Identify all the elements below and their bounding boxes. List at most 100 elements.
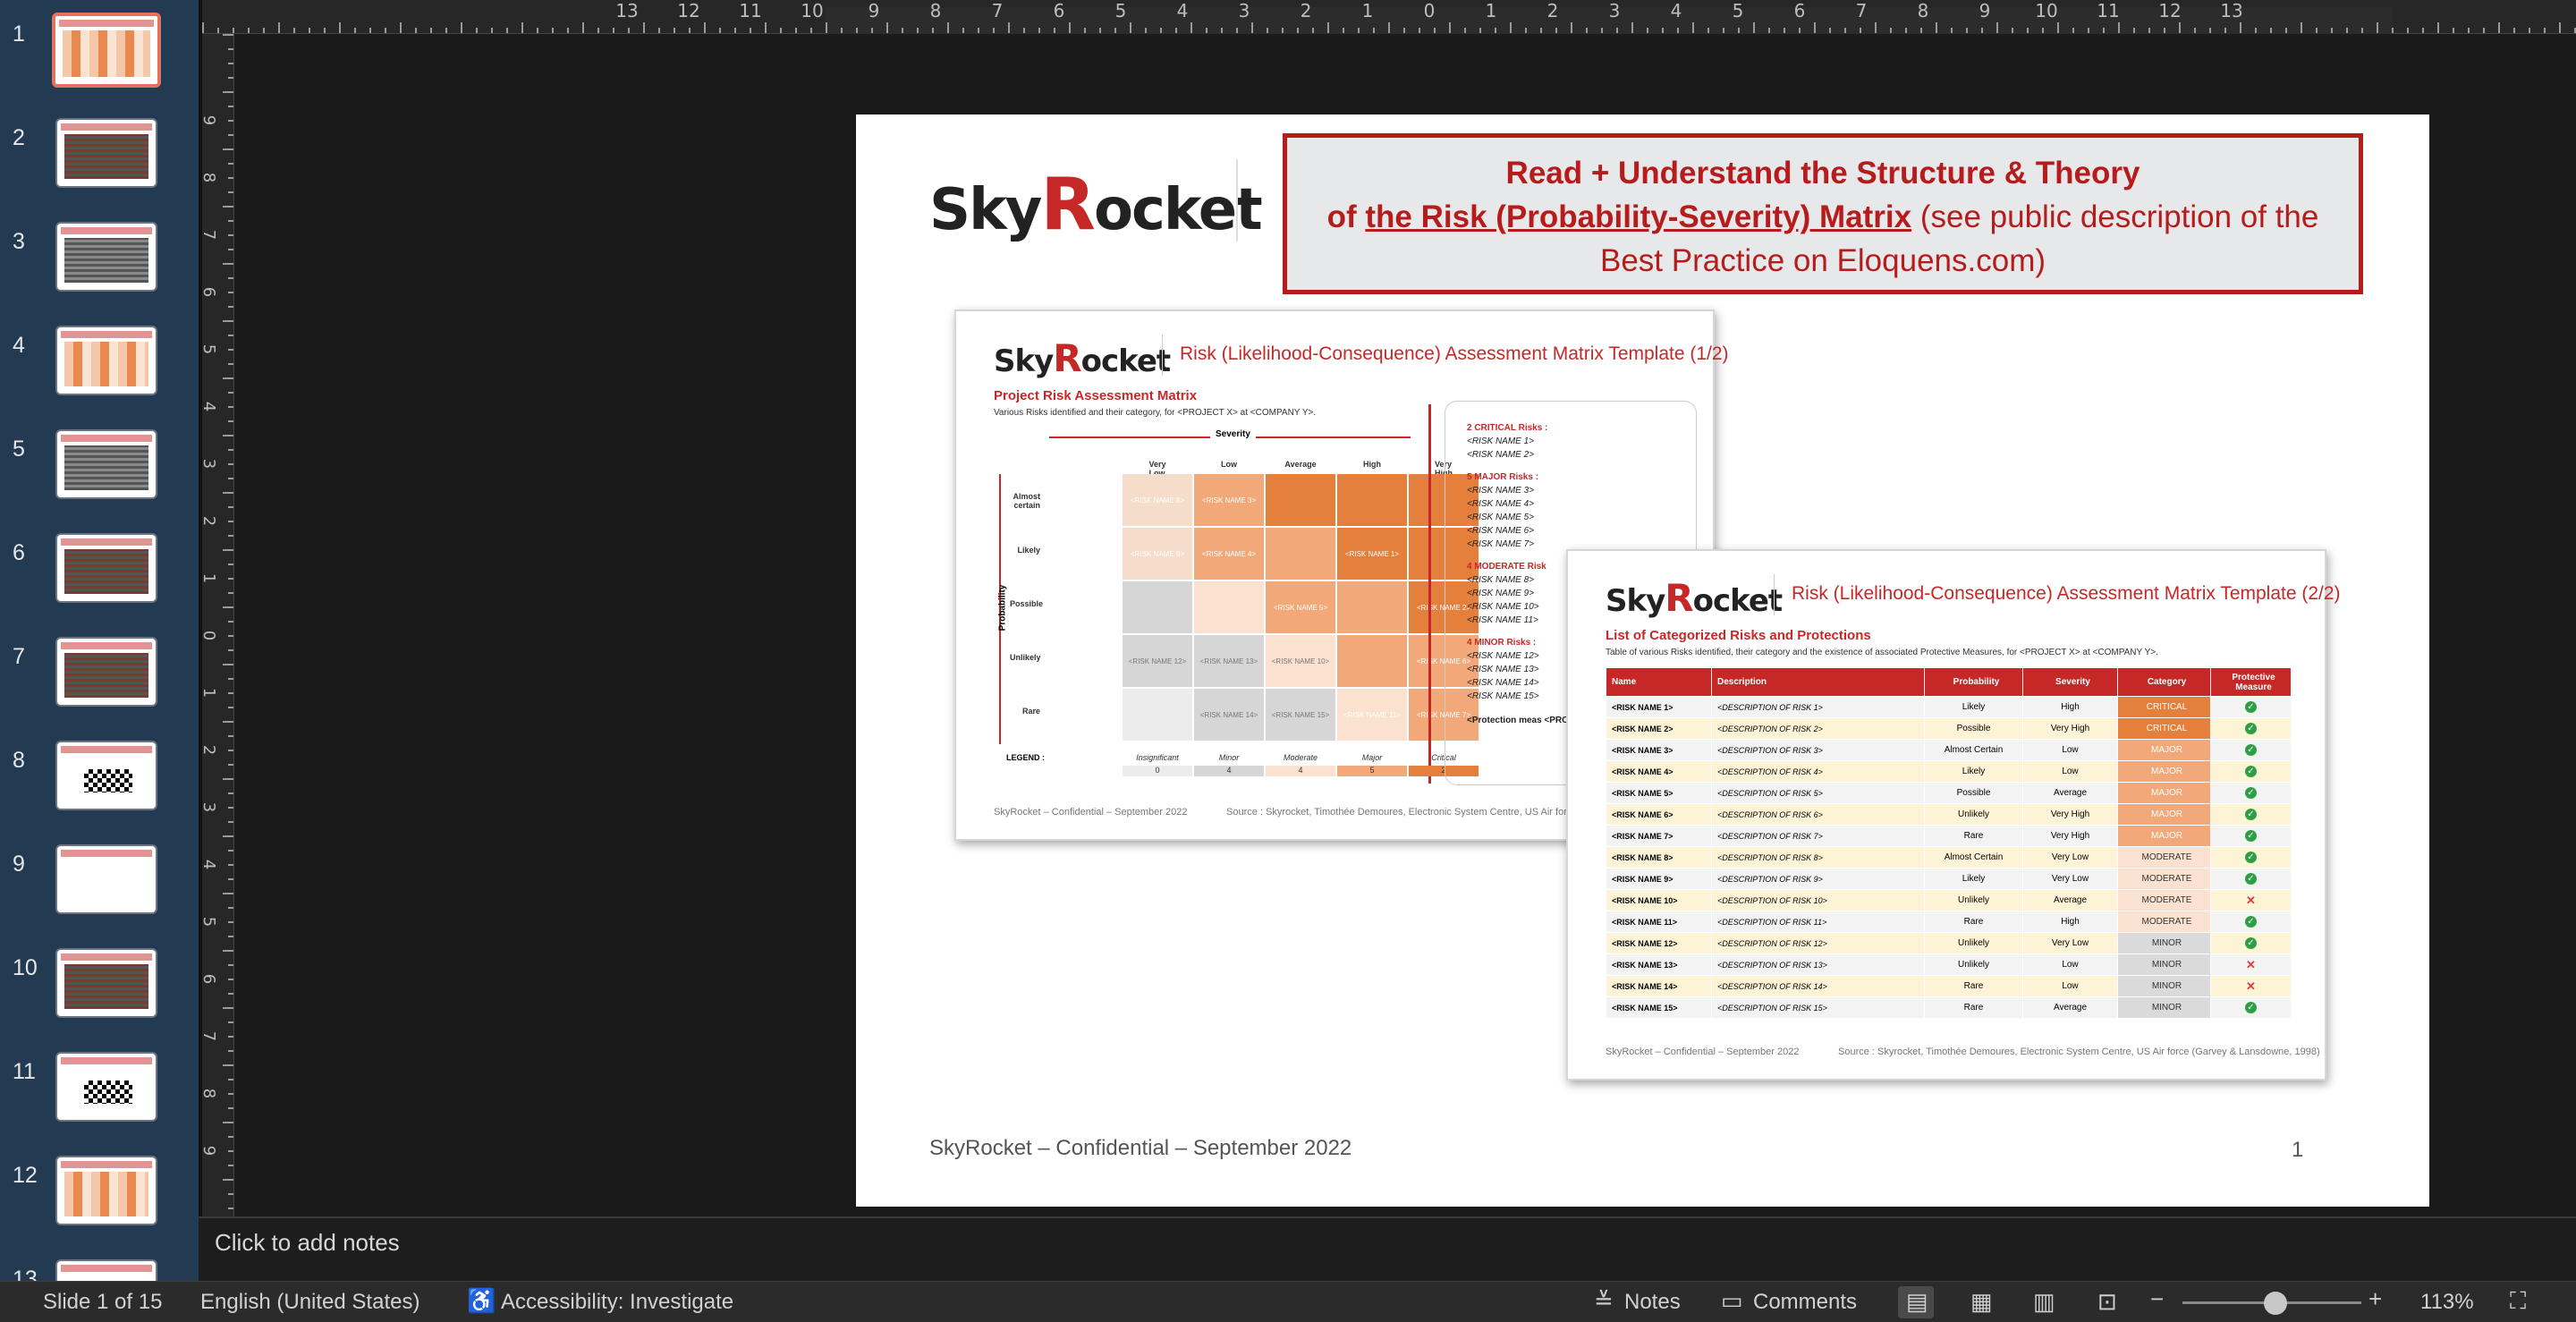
slide-thumbnail-item[interactable]: 12	[0, 1154, 199, 1243]
ruler-tick-label: 0	[1423, 0, 1436, 21]
matrix-column-label: Average	[1284, 460, 1317, 469]
fit-to-window-icon[interactable]: ⛶	[2510, 1287, 2526, 1316]
reading-view-button[interactable]: ▥	[2025, 1286, 2061, 1318]
zoom-in-icon[interactable]: +	[2368, 1285, 2382, 1313]
slide-thumbnail-item[interactable]: 1	[0, 13, 199, 102]
slide-thumbnail-item[interactable]: 8	[0, 739, 199, 828]
check-icon: ✓	[2245, 873, 2257, 885]
ruler-tick	[445, 28, 447, 33]
slide-thumbnail-item[interactable]: 4	[0, 324, 199, 413]
ruler-tick-label: 9	[868, 0, 880, 21]
zoom-slider-thumb[interactable]	[2264, 1292, 2288, 1315]
slide-thumbnail-item[interactable]: 5	[0, 428, 199, 517]
ruler-tick	[228, 1021, 233, 1023]
language-button[interactable]: English (United States)	[200, 1290, 419, 1315]
comments-button[interactable]: Comments	[1753, 1290, 1857, 1315]
check-icon: ✓	[2245, 852, 2257, 863]
ruler-tick	[506, 28, 508, 33]
ruler-tick	[643, 22, 645, 33]
table-header-cell: Description	[1711, 667, 1925, 697]
slide-thumbnail[interactable]	[55, 1259, 157, 1281]
slide-thumbnail[interactable]	[55, 1052, 157, 1122]
slide-thumbnail-item[interactable]: 9	[0, 843, 199, 932]
ruler-tick	[917, 28, 919, 33]
ruler-tick	[1860, 28, 1861, 33]
notes-icon[interactable]: ≚	[1594, 1287, 1614, 1315]
risk-table-preview-card[interactable]: SkyRocket Risk (Likelihood-Consequence) …	[1566, 549, 2341, 1080]
ruler-tick	[491, 28, 493, 33]
notes-placeholder[interactable]: Click to add notes	[215, 1229, 400, 1257]
ruler-tick	[228, 449, 233, 451]
horizontal-ruler[interactable]: 13 12 11 10 9 8 7 6 5 4 3 2 1 0 1 2 3 4 5 6 7 8 9 10 11 12 13	[202, 0, 2576, 34]
check-icon: ✓	[2245, 787, 2257, 799]
comments-icon[interactable]: ▭	[1721, 1287, 1743, 1315]
title-link[interactable]: the Risk (Probability-Severity) Matrix	[1365, 199, 1911, 234]
matrix-row-label: Possible	[1010, 599, 1044, 608]
normal-view-button[interactable]: ▤	[1898, 1286, 1934, 1318]
accessibility-button[interactable]: Accessibility: Investigate	[501, 1290, 733, 1315]
slide-thumbnail[interactable]	[55, 533, 157, 603]
matrix-cell	[1194, 581, 1264, 633]
slide-thumbnail-item[interactable]: 13	[0, 1258, 199, 1281]
slide-sorter-button[interactable]: ▦	[1962, 1286, 1998, 1318]
slide-number: 1	[13, 21, 25, 47]
vertical-ruler[interactable]: 9 8 7 6 5 4 3 2 1 0 1 2 3 4 5 6 7 8 9	[199, 34, 234, 1216]
slide-thumbnail-item[interactable]: 10	[0, 946, 199, 1036]
ruler-tick-label: 8	[199, 172, 219, 183]
category-cell: MAJOR	[2117, 782, 2211, 804]
zoom-level[interactable]: 113%	[2420, 1290, 2474, 1315]
slide-thumbnail-item[interactable]: 3	[0, 220, 199, 309]
risk-name-cell: <RISK NAME 4>	[1606, 760, 1712, 783]
risk-name-cell: <RISK NAME 8>	[1606, 846, 1712, 869]
zoom-out-icon[interactable]: −	[2150, 1285, 2164, 1313]
probability-cell: Almost Certain	[1924, 739, 2023, 761]
slide-thumbnail-item[interactable]: 2	[0, 116, 199, 206]
slide-canvas[interactable]: SkyRocket Read + Understand the Structur…	[234, 34, 2576, 1216]
slide-thumbnail[interactable]	[55, 844, 157, 914]
ruler-tick	[1981, 28, 1983, 33]
severity-label: Severity	[1210, 429, 1256, 439]
ruler-tick	[223, 91, 233, 93]
ruler-tick	[228, 1050, 233, 1052]
ruler-tick	[223, 206, 233, 208]
risk-name-cell: <RISK NAME 7>	[1606, 825, 1712, 847]
card-title: Risk (Likelihood-Consequence) Assessment…	[1792, 583, 2341, 604]
matrix-column-label: High	[1363, 460, 1381, 469]
thumbnail-header	[61, 1057, 152, 1064]
ruler-tick	[2285, 28, 2287, 33]
slide-thumbnail[interactable]	[55, 741, 157, 810]
slide-thumbnail-item[interactable]: 7	[0, 635, 199, 725]
slide-thumbnail[interactable]	[55, 429, 157, 499]
slide-thumbnail[interactable]	[55, 948, 157, 1018]
notes-button[interactable]: Notes	[1624, 1290, 1681, 1315]
ruler-tick	[228, 936, 233, 937]
legend-count: 0	[1123, 766, 1192, 776]
ruler-tick	[2133, 28, 2135, 33]
ruler-tick	[871, 28, 873, 33]
notes-pane[interactable]: Click to add notes	[199, 1216, 2576, 1281]
ruler-tick-label: 0	[199, 630, 219, 641]
matrix-cell: <RISK NAME 5>	[1266, 581, 1335, 633]
slide-thumbnail-pane[interactable]: 1 2 3 4 5 6 7 8 9 10 11 12 13	[0, 0, 199, 1281]
slide-thumbnail[interactable]	[52, 13, 161, 88]
table-row: <RISK NAME 7> <DESCRIPTION OF RISK 7> Rare…	[1606, 825, 2292, 847]
slideshow-button[interactable]: ⊡	[2089, 1286, 2125, 1318]
slide-title-box[interactable]: Read + Understand the Structure & Theory…	[1283, 133, 2363, 294]
ruler-tick	[223, 721, 233, 723]
slide-1[interactable]: SkyRocket Read + Understand the Structur…	[856, 114, 2429, 1207]
accessibility-icon[interactable]: ♿	[467, 1287, 496, 1315]
slide-thumbnail-item[interactable]: 6	[0, 531, 199, 621]
risk-name-cell: <RISK NAME 5>	[1606, 782, 1712, 804]
ruler-tick	[1373, 28, 1375, 33]
slide-number: 11	[13, 1059, 36, 1084]
slide-thumbnail[interactable]	[55, 222, 157, 292]
slide-thumbnail[interactable]	[55, 326, 157, 395]
ruler-tick	[228, 850, 233, 852]
ruler-tick	[1631, 22, 1633, 33]
table-row: <RISK NAME 10> <DESCRIPTION OF RISK 10> Un…	[1606, 889, 2292, 911]
slide-thumbnail-item[interactable]: 11	[0, 1050, 199, 1140]
slide-thumbnail[interactable]	[55, 637, 157, 707]
ruler-tick	[228, 335, 233, 336]
slide-thumbnail[interactable]	[55, 118, 157, 188]
slide-thumbnail[interactable]	[55, 1156, 157, 1225]
